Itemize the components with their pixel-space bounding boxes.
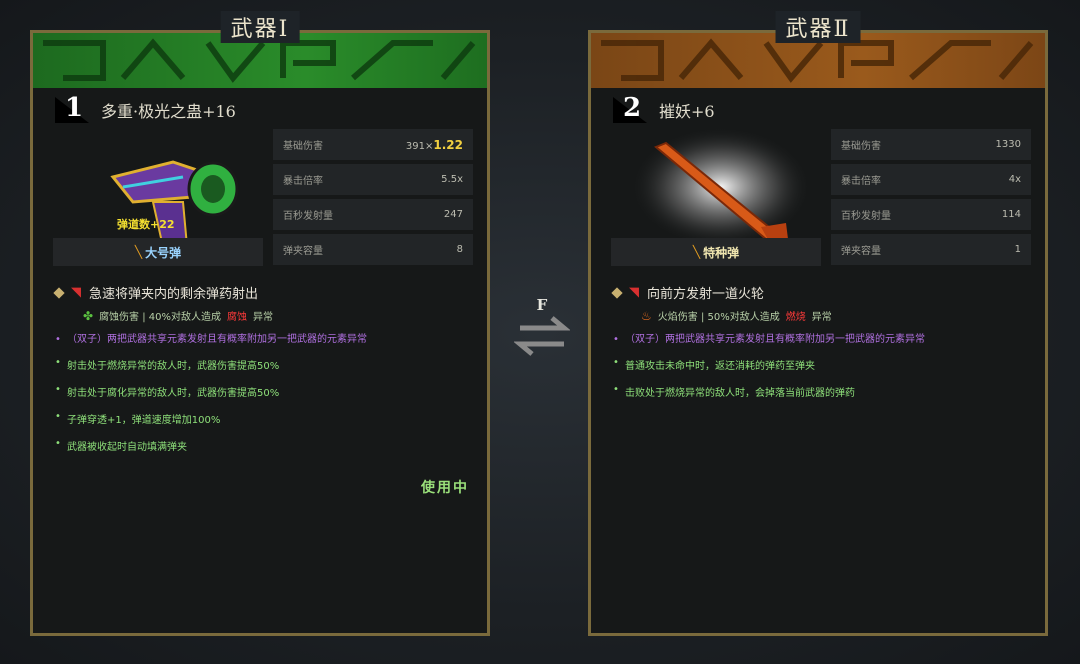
effects-list: ◥向前方发射一道火轮 ♨火焰伤害 | 50%对敌人造成燃烧异常 （双子）两把武器… (611, 283, 1033, 411)
slot-number: 2 (613, 93, 649, 125)
stat-base-damage: 基础伤害 391×1.22 (273, 129, 473, 160)
swap-key: F (536, 296, 548, 314)
twin-effect: （双子）两把武器共享元素发射且有概率附加另一把武器的元素异常 (613, 333, 1033, 347)
stats-list: 基础伤害 1330 暴击倍率 4x 百秒发射量 114 弹夹容量 1 (831, 129, 1031, 269)
ammo-count: 弹道数+22 (117, 218, 175, 231)
panel-title: 武器Ⅰ (220, 11, 300, 43)
swap-weapons-button[interactable]: F (513, 296, 571, 366)
in-use-status: 使用中 (421, 480, 469, 496)
fire-icon: ♨ (641, 308, 652, 323)
effects-list: ◥急速将弹夹内的剩余弹药射出 ✤腐蚀伤害 | 40%对敌人造成腐蚀异常 （双子）… (53, 283, 475, 465)
stat-crit-multiplier: 暴击倍率 4x (831, 164, 1031, 195)
effect-element: ♨ 火焰伤害 | 50%对敌人造成 燃烧 异常 (641, 308, 832, 324)
diamond-icon (611, 286, 623, 299)
gun-icon: ◥ (71, 285, 81, 300)
perk-item: 击败处于燃烧异常的敌人时，会掉落当前武器的弹药 (613, 384, 1033, 399)
gun-icon: ◥ (629, 285, 639, 300)
ammo-type-badge: ╲ 特种弹 (611, 238, 821, 266)
perk-item: 子弹穿透+1，弹道速度增加100% (55, 411, 475, 426)
stat-fire-rate: 百秒发射量 114 (831, 199, 1031, 230)
weapon-panel-2[interactable]: 武器Ⅱ 2 摧妖+6 ╲ 特种弹 基础伤害 1330 暴击倍率 4x 百秒发射量 114… (588, 11, 1048, 636)
bullet-icon: ╲ (692, 245, 701, 259)
bullet-icon: ╲ (134, 245, 143, 259)
ammo-type-badge: ╲ 大号弹 (53, 238, 263, 266)
weapon-header: 1 多重·极光之蛊+16 (55, 93, 236, 125)
perk-item: 普通攻击未命中时，返还消耗的弹药至弹夹 (613, 357, 1033, 372)
effect-element: ✤ 腐蚀伤害 | 40%对敌人造成 腐蚀 异常 (83, 308, 274, 324)
weapon-name: 摧妖+6 (659, 102, 715, 121)
stat-magazine: 弹夹容量 8 (273, 234, 473, 265)
corrosion-icon: ✤ (83, 308, 94, 323)
stats-list: 基础伤害 391×1.22 暴击倍率 5.5x 百秒发射量 247 弹夹容量 8 (273, 129, 473, 269)
weapon-panel-1[interactable]: 武器Ⅰ 1 多重·极光之蛊+16 弹道数+22 ╲ 大号弹 基础伤害 391×1.2… (30, 11, 490, 636)
panel-title: 武器Ⅱ (775, 11, 861, 43)
stat-base-damage: 基础伤害 1330 (831, 129, 1031, 160)
stat-magazine: 弹夹容量 1 (831, 234, 1031, 265)
stat-fire-rate: 百秒发射量 247 (273, 199, 473, 230)
diamond-icon (53, 286, 65, 299)
stat-crit-multiplier: 暴击倍率 5.5x (273, 164, 473, 195)
perk-item: 武器被收起时自动填满弹夹 (55, 438, 475, 453)
effect-title-row: ◥ 向前方发射一道火轮 (611, 283, 1033, 302)
twin-effect: （双子）两把武器共享元素发射且有概率附加另一把武器的元素异常 (55, 333, 475, 347)
effect-title-row: ◥ 急速将弹夹内的剩余弹药射出 (53, 283, 475, 302)
weapon-name: 多重·极光之蛊+16 (101, 102, 236, 121)
swap-arrows-icon (513, 316, 571, 356)
perk-item: 射击处于燃烧异常的敌人时，武器伤害提高50% (55, 357, 475, 372)
perk-item: 射击处于腐化异常的敌人时，武器伤害提高50% (55, 384, 475, 399)
weapon-header: 2 摧妖+6 (613, 93, 715, 125)
slot-number: 1 (55, 93, 91, 125)
